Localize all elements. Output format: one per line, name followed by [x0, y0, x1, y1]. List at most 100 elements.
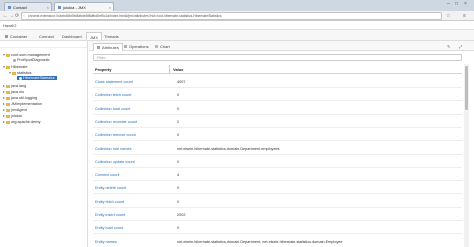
- tree-node-jmxagent[interactable]: ▸ jmxAgent: [3, 107, 27, 112]
- nav-tab-jmx[interactable]: JMX: [86, 32, 102, 40]
- attribute-value: 0: [177, 186, 180, 191]
- url-input[interactable]: ◌ chrome-extension://c4ebd5b49d8dbde8f8d…: [21, 12, 442, 20]
- expand-icon[interactable]: ⤢: [459, 44, 462, 49]
- scrollbar-thumb[interactable]: [465, 66, 468, 110]
- tree-node-org-apache-derby[interactable]: ▸ org.apache.derby: [3, 119, 41, 124]
- attribute-name-link[interactable]: Collection load count: [95, 107, 130, 111]
- nav-tab-container[interactable]: Container: [2, 32, 30, 40]
- attribute-name-link[interactable]: Collection recreate count: [95, 120, 137, 124]
- browser-tab-jmx[interactable]: jolokia - JMX ×: [54, 2, 114, 11]
- tree-node-label: conf.som.management: [11, 53, 50, 57]
- vertical-scrollbar[interactable]: [464, 64, 469, 247]
- attribute-name-link[interactable]: Collection role names: [95, 147, 132, 151]
- column-header-property[interactable]: Property: [95, 67, 111, 72]
- tree-node-java-util-logging[interactable]: ▸ java.util.logging: [3, 95, 37, 100]
- folder-icon: [6, 108, 10, 112]
- minimize-icon[interactable]: –: [447, 1, 450, 7]
- filter-input[interactable]: Filter...: [93, 54, 462, 61]
- nav-tab-label: Connect: [39, 34, 54, 39]
- attribute-value: 2002: [177, 213, 186, 217]
- column-divider: [169, 65, 170, 73]
- table-row[interactable]: Collection remove count 0: [93, 129, 462, 142]
- attribute-name-link[interactable]: Entity insert count: [95, 213, 125, 217]
- table-row[interactable]: Entity load count 0: [93, 222, 462, 235]
- tree-node-label: java.lang: [11, 84, 27, 88]
- tab-attributes[interactable]: Attributes: [93, 43, 123, 51]
- table-row[interactable]: Collection recreate count 2: [93, 116, 462, 128]
- table-row[interactable]: Entity names net.eisele.hibernate.statist…: [93, 236, 462, 247]
- table-row[interactable]: Close statement count 4007: [93, 76, 462, 88]
- tree-node-java-nio[interactable]: ▸ java.nio: [3, 89, 24, 94]
- attribute-name-link[interactable]: Collection fetch count: [95, 93, 131, 97]
- attribute-name-link[interactable]: Entity names: [95, 240, 117, 244]
- attribute-value: 0: [177, 199, 180, 204]
- table-row[interactable]: Entity fetch count 0: [93, 196, 462, 208]
- tree-node-statistics[interactable]: ▾ statistics: [9, 70, 32, 75]
- table-header: Property Value: [93, 64, 462, 74]
- tab-favicon-icon: [8, 6, 11, 10]
- nav-tab-connect[interactable]: Connect: [36, 32, 57, 40]
- jmx-tree-panel: ▾ conf.som.management ProtSpotDiagnostic …: [0, 41, 88, 247]
- attribute-value: 4007: [177, 80, 186, 84]
- bookmark-star-icon[interactable]: ☆: [446, 13, 450, 19]
- nav-tab-label: JMX: [90, 35, 98, 40]
- browser-titlebar: Contact × jolokia - JMX × – □ ×: [0, 0, 474, 11]
- app-title: HawtIO: [3, 23, 17, 28]
- tab-operations[interactable]: Operations: [121, 43, 152, 51]
- attribute-name-link[interactable]: Entity delete count: [95, 186, 126, 190]
- table-row[interactable]: Connect count 4: [93, 169, 462, 182]
- attribute-value: 0: [177, 93, 180, 98]
- folder-icon: [6, 102, 10, 106]
- close-tab-icon[interactable]: ×: [47, 5, 49, 10]
- attributes-panel: Attributes Operations Chart ✎ ⤢ Filter..…: [89, 41, 474, 247]
- tree-node-hotspot[interactable]: ProtSpotDiagnostic: [13, 58, 50, 62]
- folder-icon: [12, 71, 16, 75]
- attribute-value: net.eisele.hibernate.statistics.domain.D…: [177, 146, 280, 151]
- tree-node-jolokia[interactable]: ▸ jolokia: [3, 113, 22, 118]
- close-tab-icon[interactable]: ×: [109, 5, 111, 10]
- attribute-name-link[interactable]: Entity fetch count: [95, 200, 124, 204]
- nav-tab-label: Dashboard: [62, 34, 82, 39]
- tree-node-jmimplementation[interactable]: ▸ JMImplementation: [3, 101, 42, 106]
- folder-icon: [6, 96, 10, 100]
- list-icon: [97, 46, 100, 50]
- tab-chart[interactable]: Chart: [152, 43, 173, 51]
- table-row[interactable]: Collection role names net.eisele.hibernat…: [93, 143, 462, 155]
- app-header: HawtIO: [0, 21, 474, 30]
- edit-icon[interactable]: ✎: [447, 44, 450, 49]
- browser-menu-icon[interactable]: ≡: [463, 13, 466, 19]
- nav-tab-threads[interactable]: Threads: [101, 32, 122, 40]
- folder-icon: [6, 53, 10, 57]
- container-icon: [5, 35, 8, 39]
- back-icon[interactable]: ←: [3, 13, 8, 19]
- mbean-icon: [19, 76, 22, 80]
- tree-node-label: statistics: [17, 71, 32, 75]
- table-row[interactable]: Collection load count 0: [93, 103, 462, 115]
- table-row[interactable]: Entity delete count 0: [93, 182, 462, 195]
- attribute-name-link[interactable]: Close statement count: [95, 80, 133, 84]
- browser-tab-label: Contact: [13, 5, 27, 10]
- attribute-name-link[interactable]: Collection update count: [95, 160, 135, 164]
- attribute-name-link[interactable]: Collection remove count: [95, 133, 136, 137]
- tree-node-hibernatestatistics[interactable]: HibernateStatistics: [17, 76, 57, 80]
- reload-icon[interactable]: ⟳: [15, 13, 19, 19]
- column-header-value[interactable]: Value: [173, 67, 183, 72]
- attribute-name-link[interactable]: Entity load count: [95, 226, 123, 230]
- browser-tab-contact[interactable]: Contact ×: [4, 2, 52, 11]
- attribute-value: 0: [177, 226, 180, 231]
- table-row[interactable]: Collection fetch count 0: [93, 89, 462, 102]
- nav-tab-label: Container: [10, 34, 28, 39]
- tab-label: Chart: [160, 44, 170, 49]
- table-row[interactable]: Entity insert count 2002: [93, 209, 462, 221]
- tree-node-conf-management[interactable]: ▾ conf.som.management: [3, 52, 50, 57]
- forward-icon[interactable]: →: [9, 13, 14, 19]
- maximize-icon[interactable]: □: [455, 1, 458, 7]
- nav-tab-dashboard[interactable]: Dashboard: [59, 32, 85, 40]
- tree-node-hibernate[interactable]: ▾ Hibernate: [3, 64, 27, 69]
- close-window-icon[interactable]: ×: [464, 1, 467, 7]
- tree-node-label: ProtSpotDiagnostic: [17, 58, 50, 62]
- attribute-name-link[interactable]: Connect count: [95, 173, 120, 177]
- attribute-value: net.eisele.hibernate.statistics.domain.D…: [177, 239, 343, 244]
- tree-node-java-lang[interactable]: ▸ java.lang: [3, 83, 26, 88]
- table-row[interactable]: Collection update count 0: [93, 156, 462, 168]
